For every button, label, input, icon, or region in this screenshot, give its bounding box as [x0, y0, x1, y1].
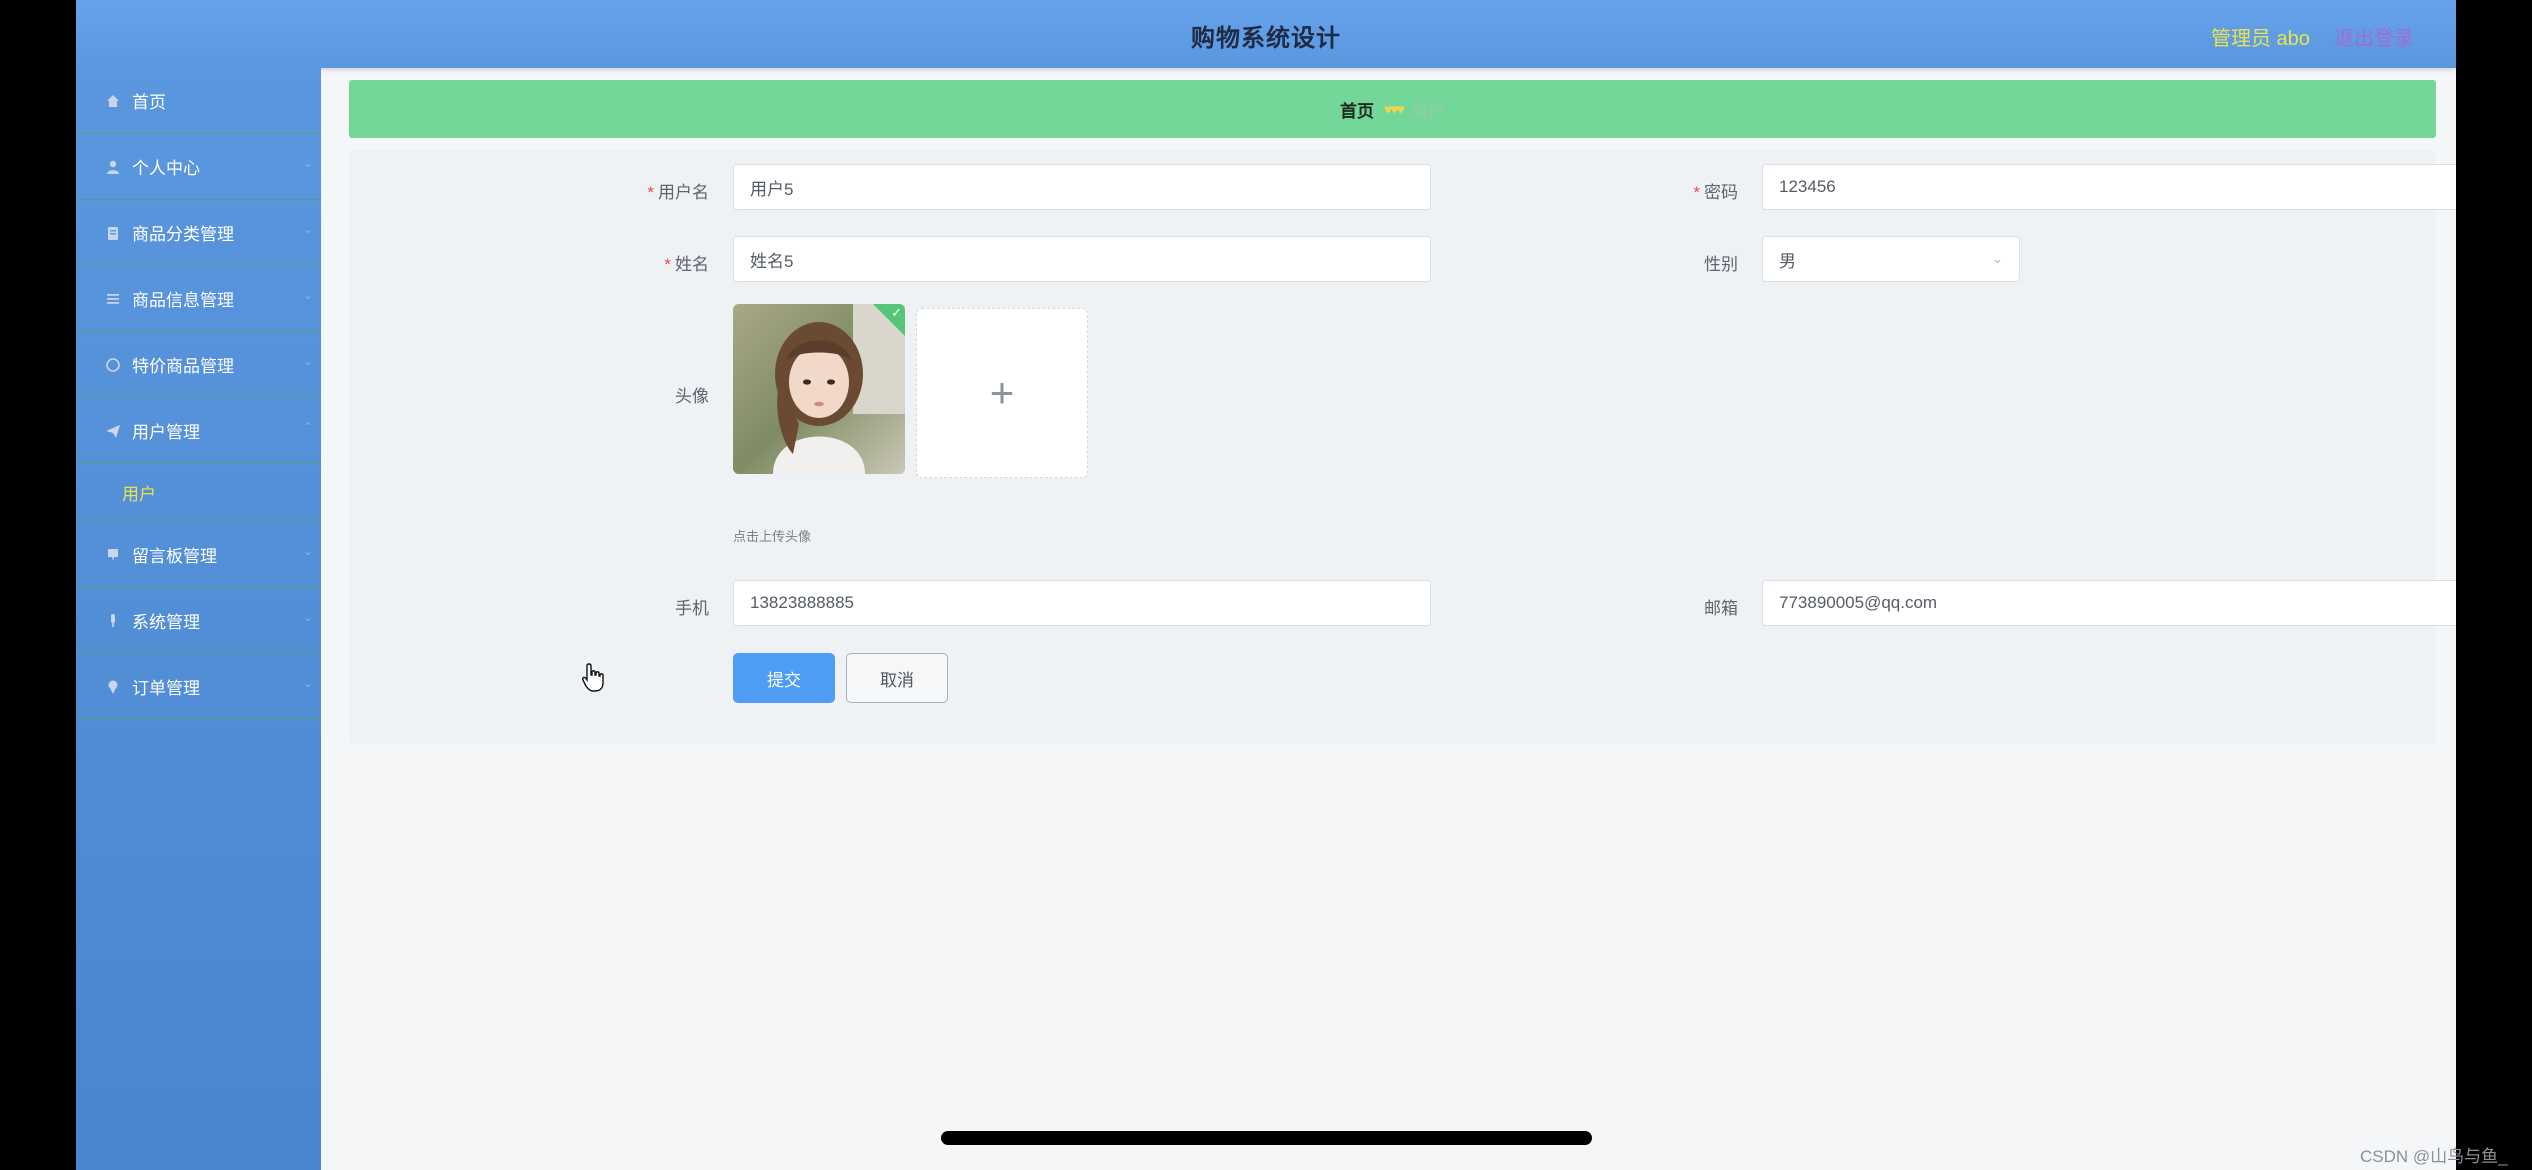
sidebar-item-label: 留言板管理	[132, 547, 217, 566]
sidebar-subitem-users[interactable]: 用户	[76, 464, 321, 522]
avatar-label: 头像	[675, 387, 709, 406]
sidebar-item-label: 商品分类管理	[132, 225, 234, 244]
email-label: 邮箱	[1704, 599, 1738, 618]
sidebar-item-orders[interactable]: 订单管理 ⌄	[76, 654, 321, 720]
list-icon	[104, 290, 122, 308]
avatar-image[interactable]: ✓	[733, 304, 905, 474]
sidebar-item-product-info[interactable]: 商品信息管理 ⌄	[76, 266, 321, 332]
plus-icon: +	[989, 369, 1015, 416]
upload-avatar-button[interactable]: +	[916, 308, 1088, 478]
required-mark: *	[1693, 183, 1700, 202]
gender-select[interactable]: 男 ⌄	[1762, 236, 2020, 282]
home-icon	[104, 92, 122, 110]
sidebar-item-label: 个人中心	[132, 159, 200, 178]
sidebar-item-label: 商品信息管理	[132, 291, 234, 310]
sidebar-item-message-board[interactable]: 留言板管理 ⌄	[76, 522, 321, 588]
required-mark: *	[664, 255, 671, 274]
send-icon	[104, 422, 122, 440]
logout-link[interactable]: 退出登录	[2334, 22, 2414, 51]
name-input[interactable]	[733, 236, 1431, 282]
gender-label: 性别	[1704, 255, 1738, 274]
clipboard-icon	[104, 224, 122, 242]
gender-value: 男	[1779, 251, 1796, 271]
circle-icon	[104, 356, 122, 374]
sidebar-item-label: 特价商品管理	[132, 357, 234, 376]
upload-hint: 点击上传头像	[733, 529, 812, 544]
breadcrumb: 首页 ♥♥♥ 用户	[349, 80, 2436, 138]
heart-separator-icon: ♥♥♥	[1384, 101, 1405, 117]
password-label: * 密码	[1693, 183, 1738, 202]
chevron-down-icon: ⌄	[302, 222, 313, 236]
username-label: * 用户名	[647, 183, 709, 202]
sidebar: 首页 个人中心 ⌄ 商品分类管理 ⌄ 商品信息管理 ⌄ 特价商品管理 ⌄ 用户管…	[76, 68, 321, 1170]
app-screen: 购物系统设计 管理员 abo 退出登录 首页 个人中心 ⌄ 商品分类管理 ⌄ 商…	[76, 0, 2456, 1170]
chevron-down-icon: ⌄	[302, 354, 313, 368]
sidebar-item-personal-center[interactable]: 个人中心 ⌄	[76, 134, 321, 200]
chevron-down-icon: ⌄	[302, 544, 313, 558]
phone-label: 手机	[675, 599, 709, 618]
sidebar-item-category[interactable]: 商品分类管理 ⌄	[76, 200, 321, 266]
message-icon	[104, 546, 122, 564]
sidebar-item-system[interactable]: 系统管理 ⌄	[76, 588, 321, 654]
chevron-down-icon: ⌄	[302, 676, 313, 690]
watermark: CSDN @山鸟与鱼_	[2360, 1147, 2508, 1166]
user-edit-form: *用户名 *密码 *姓名 性别 男 ⌄ 头像	[349, 150, 2456, 744]
chevron-down-icon: ⌄	[302, 288, 313, 302]
password-input[interactable]	[1762, 164, 2456, 210]
sidebar-item-user-management[interactable]: 用户管理 ⌃	[76, 398, 321, 464]
chevron-down-icon: ⌄	[1992, 251, 2003, 266]
app-title: 购物系统设计	[1191, 25, 1341, 52]
breadcrumb-current: 用户	[1410, 101, 1445, 121]
username-input[interactable]	[733, 164, 1431, 210]
submit-button[interactable]: 提交	[733, 653, 835, 703]
sidebar-item-label: 系统管理	[132, 613, 200, 632]
check-icon: ✓	[891, 305, 902, 320]
breadcrumb-home[interactable]: 首页	[1340, 97, 1374, 122]
hand-cursor-icon	[582, 663, 604, 692]
sidebar-item-label: 首页	[132, 93, 166, 112]
phone-input[interactable]	[733, 580, 1431, 626]
top-header: 购物系统设计 管理员 abo 退出登录	[76, 0, 2456, 68]
name-label: * 姓名	[664, 255, 709, 274]
chevron-down-icon: ⌄	[302, 156, 313, 170]
user-icon	[104, 158, 122, 176]
home-indicator	[941, 1131, 1592, 1145]
cancel-button[interactable]: 取消	[846, 653, 948, 703]
sidebar-item-label: 订单管理	[132, 679, 200, 698]
chevron-up-icon: ⌃	[302, 420, 313, 434]
sidebar-item-label: 用户管理	[132, 423, 200, 442]
email-input[interactable]	[1762, 580, 2456, 626]
admin-label: 管理员 abo	[2211, 28, 2310, 50]
required-mark: *	[647, 183, 654, 202]
mic-icon	[104, 612, 122, 630]
pin-icon	[104, 678, 122, 696]
sidebar-item-special-offers[interactable]: 特价商品管理 ⌄	[76, 332, 321, 398]
sidebar-item-home[interactable]: 首页	[76, 68, 321, 134]
chevron-down-icon: ⌄	[302, 610, 313, 624]
